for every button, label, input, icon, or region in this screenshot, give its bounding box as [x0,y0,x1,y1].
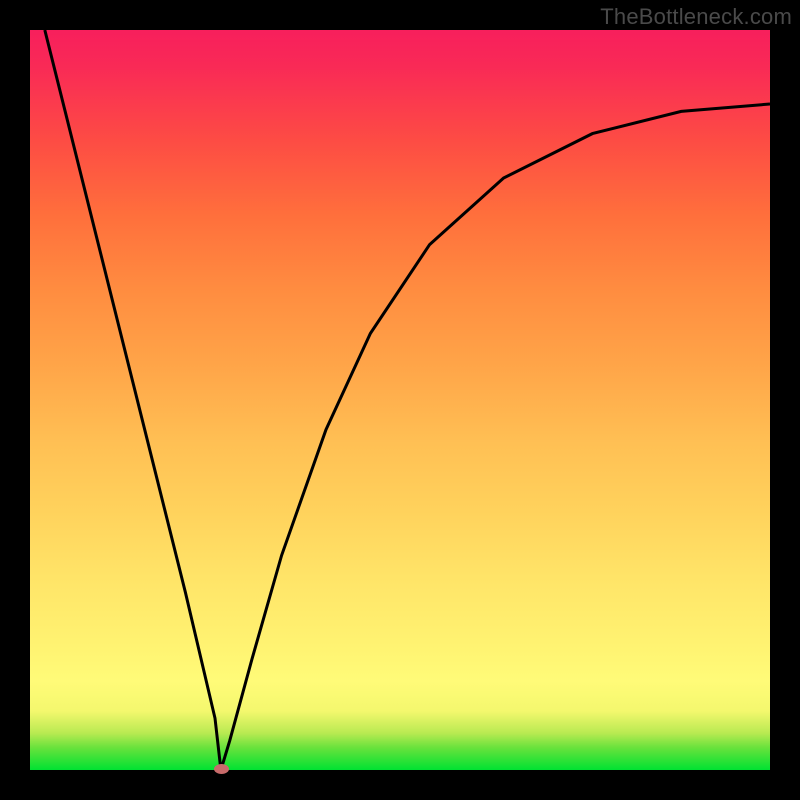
plot-area [30,30,770,770]
bottleneck-curve [30,30,770,770]
chart-frame: TheBottleneck.com [0,0,800,800]
watermark-text: TheBottleneck.com [600,4,792,30]
curve-line [45,30,770,770]
minimum-marker [214,764,229,774]
